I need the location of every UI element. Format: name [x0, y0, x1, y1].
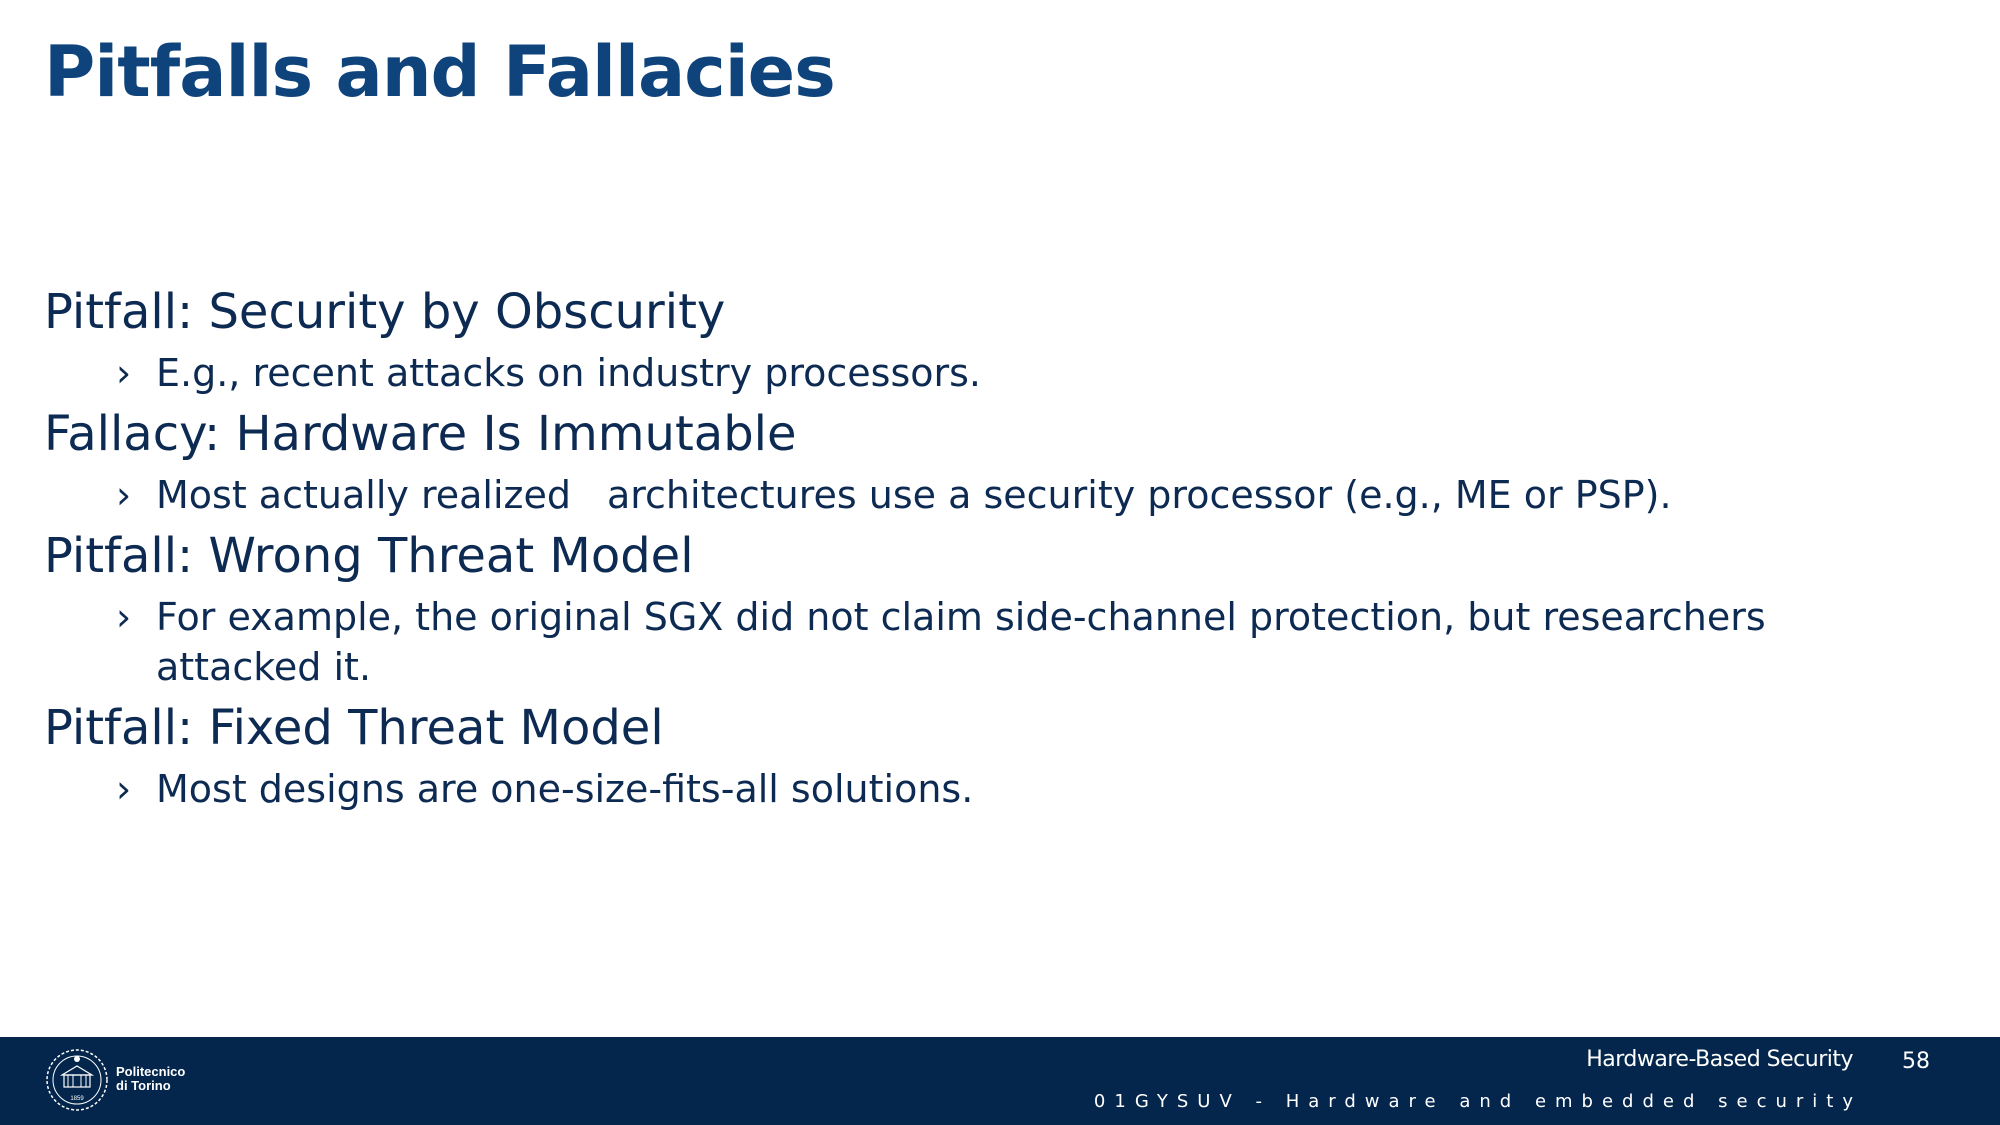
sub-bullet-text: E.g., recent attacks on industry process… — [156, 351, 982, 395]
logo-wordmark: Politecnico di Torino — [116, 1065, 185, 1093]
slide-title: Pitfalls and Fallacies — [44, 31, 836, 113]
course-code: 01GYSUV - Hardware and embedded security — [1093, 1091, 1862, 1112]
bullet-chevron-icon: › — [116, 473, 132, 517]
logo-line-1: Politecnico — [116, 1064, 186, 1079]
fallacy-heading-immutable: Fallacy: Hardware Is Immutable — [44, 406, 797, 462]
sub-bullet-text-part-a: Most actually realized — [156, 473, 571, 517]
pitfall-heading-wrong-threat-model: Pitfall: Wrong Threat Model — [44, 528, 694, 584]
sub-bullet: › Most actually realized architectures us… — [44, 470, 1944, 520]
sub-bullet-text-part-b: architectures use a security processor (… — [606, 473, 1672, 517]
course-name: Hardware-Based Security — [1586, 1047, 1853, 1072]
pitfall-heading-fixed-threat-model: Pitfall: Fixed Threat Model — [44, 700, 664, 756]
pitfall-heading-obscurity: Pitfall: Security by Obscurity — [44, 284, 726, 340]
slide-content: Pitfall: Security by Obscurity › E.g., r… — [44, 282, 1944, 820]
sub-bullet-text: For example, the original SGX did not cl… — [156, 595, 1766, 689]
sub-bullet: › For example, the original SGX did not … — [44, 592, 1944, 692]
sub-bullet-text: Most designs are one-size-fits-all solut… — [156, 767, 974, 811]
sub-bullet: › Most designs are one-size-fits-all sol… — [44, 764, 1944, 814]
bullet-chevron-icon: › — [116, 595, 132, 639]
bullet-chevron-icon: › — [116, 351, 132, 395]
slide-footer: 1859 Politecnico di Torino Hardware-Base… — [0, 1037, 2000, 1125]
sub-bullet-text: Most actually realized architectures use … — [156, 470, 1916, 520]
logo-year: 1859 — [70, 1096, 84, 1102]
politecnico-logo-icon: 1859 — [46, 1049, 108, 1111]
sub-bullet: › E.g., recent attacks on industry proce… — [44, 348, 1944, 398]
bullet-chevron-icon: › — [116, 767, 132, 811]
logo-line-2: di Torino — [116, 1078, 171, 1093]
page-number: 58 — [1902, 1049, 1930, 1074]
